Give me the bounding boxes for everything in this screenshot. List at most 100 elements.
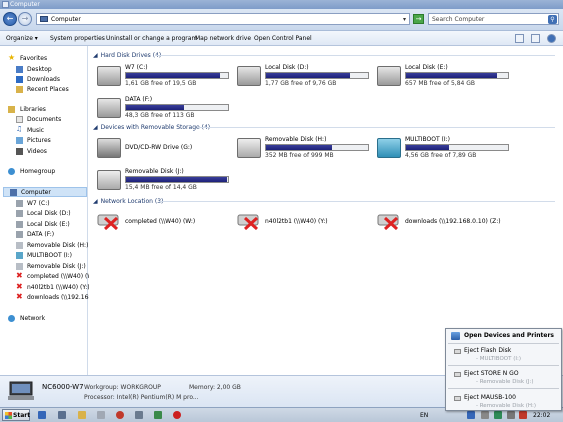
preview-pane-icon[interactable]	[531, 34, 540, 43]
nav-network-z[interactable]: ✖ downloads (\\192.168	[16, 293, 92, 303]
eject-mausb-100[interactable]: Eject MAUSB-100	[464, 394, 516, 401]
collapse-triangle-icon: ◢	[93, 198, 98, 205]
usage-bar	[125, 104, 229, 111]
nav-drive-f[interactable]: DATA (F:)	[16, 230, 54, 240]
nav-drive-i[interactable]: MULTIBOOT (I:)	[16, 251, 72, 261]
nav-desktop[interactable]: Desktop	[16, 65, 52, 75]
section-removable[interactable]: ◢ Devices with Removable Storage (4)	[93, 124, 210, 131]
map-drive-button[interactable]: Map network drive	[195, 31, 251, 46]
nav-network-w[interactable]: ✖ completed (\\W40) (W	[16, 272, 93, 282]
tray-icon[interactable]	[507, 411, 515, 419]
network-icon	[8, 315, 15, 322]
opera-icon[interactable]	[173, 411, 181, 419]
eject-sub-label: - Removable Disk (H:)	[476, 403, 537, 409]
start-button[interactable]: Start	[2, 409, 30, 421]
nav-recent[interactable]: Recent Places	[16, 85, 69, 95]
search-icon[interactable]: ⚲	[548, 15, 557, 24]
tray-icon[interactable]	[519, 411, 527, 419]
taskbar-app-icon[interactable]	[135, 411, 143, 419]
drive-name: downloads (\\192.168.0.10) (Z:)	[405, 218, 501, 225]
drive-tile[interactable]: Removable Disk (H:) 352 MB free of 999 M…	[237, 136, 387, 166]
tray-icon[interactable]	[494, 411, 502, 419]
nav-music[interactable]: ♫ Music	[16, 126, 44, 136]
taskbar-app-icon[interactable]	[38, 411, 46, 419]
drive-tile[interactable]: Local Disk (E:) 657 MB free of 5,84 GB	[377, 64, 527, 94]
nav-label: n40l2tb1 (\\W40) (Y:)	[27, 284, 90, 291]
taskbar-app-icon[interactable]	[58, 411, 66, 419]
chevron-down-icon[interactable]: ▾	[403, 14, 406, 25]
drive-icon	[16, 210, 23, 217]
usage-fill	[126, 177, 227, 182]
help-icon[interactable]	[547, 34, 556, 43]
uninstall-button[interactable]: Uninstall or change a program	[106, 31, 197, 46]
nav-homegroup[interactable]: Homegroup	[8, 167, 55, 177]
section-title: Hard Disk Drives (4)	[100, 52, 162, 59]
desktop-icon	[16, 66, 23, 73]
nav-label: MULTIBOOT (I:)	[27, 252, 73, 259]
drive-tile[interactable]: DATA (F:) 48,3 GB free of 113 GB	[97, 96, 247, 126]
drive-tile[interactable]: Removable Disk (J:) 15,4 MB free of 14,4…	[97, 168, 247, 198]
computer-icon	[8, 380, 34, 402]
drive-name: Local Disk (E:)	[405, 64, 448, 71]
drive-name: DATA (F:)	[125, 96, 153, 103]
nav-pictures[interactable]: Pictures	[16, 136, 51, 146]
nav-label: Music	[27, 127, 45, 134]
nav-drive-c[interactable]: W7 (C:)	[16, 199, 50, 209]
tray-icon[interactable]	[467, 411, 475, 419]
system-properties-button[interactable]: System properties	[50, 31, 105, 46]
eject-flash-disk[interactable]: Eject Flash Disk	[464, 347, 511, 354]
open-devices-printers[interactable]: Open Devices and Printers	[448, 331, 559, 341]
nav-network-y[interactable]: ✖ n40l2tb1 (\\W40) (Y:)	[16, 283, 90, 293]
folder-icon[interactable]	[78, 411, 86, 419]
section-hard-disks[interactable]: ◢ Hard Disk Drives (4)	[93, 52, 161, 59]
nav-label: Homegroup	[20, 168, 56, 175]
tray-icon[interactable]	[481, 411, 489, 419]
refresh-button[interactable]: →	[413, 14, 424, 24]
forward-button[interactable]: →	[18, 12, 32, 26]
usage-fill	[266, 145, 333, 150]
eject-store-n-go[interactable]: Eject STORE N GO	[464, 370, 519, 377]
nav-computer[interactable]: Computer	[3, 187, 87, 197]
drive-tile[interactable]: W7 (C:) 1,61 GB free of 19,5 GB	[97, 64, 247, 94]
nav-drive-e[interactable]: Local Disk (E:)	[16, 220, 70, 230]
nav-favorites[interactable]: ★ Favorites	[8, 54, 47, 64]
content-pane: ◢ Hard Disk Drives (4) W7 (C:) 1,61 GB fr…	[89, 46, 563, 375]
nav-documents[interactable]: Documents	[16, 115, 61, 125]
address-bar[interactable]: Computer ▾	[36, 13, 410, 25]
multiboot-icon	[377, 138, 401, 158]
network-drive-tile[interactable]: completed (\\W40) (W:)	[97, 212, 247, 234]
taskbar-app-icon[interactable]	[116, 411, 124, 419]
taskbar-app-icon[interactable]	[97, 411, 105, 419]
nav-downloads[interactable]: Downloads	[16, 75, 60, 85]
back-button[interactable]: ←	[3, 12, 17, 26]
memory: Memory: 2,00 GB	[189, 384, 241, 391]
nav-videos[interactable]: Videos	[16, 147, 47, 157]
processor: Processor: Intel(R) Pentium(R) M pro...	[84, 394, 199, 401]
nav-libraries[interactable]: Libraries	[8, 105, 46, 115]
organize-button[interactable]: Organize ▾	[6, 31, 38, 46]
multiboot-icon	[16, 252, 23, 259]
usb-drive-icon	[16, 242, 23, 249]
network-drive-tile[interactable]: downloads (\\192.168.0.10) (Z:)	[377, 212, 527, 234]
language-indicator[interactable]: EN	[420, 408, 428, 422]
collapse-triangle-icon: ◢	[93, 124, 98, 131]
section-network[interactable]: ◢ Network Location (3)	[93, 198, 163, 205]
network-drive-tile[interactable]: n40l2tb1 (\\W40) (Y:)	[237, 212, 387, 234]
disconnected-drive-icon: ✖	[16, 282, 23, 291]
taskbar-app-icon[interactable]	[154, 411, 162, 419]
nav-drive-j[interactable]: Removable Disk (J:)	[16, 262, 86, 272]
section-title: Devices with Removable Storage (4)	[100, 124, 211, 131]
drive-tile[interactable]: Local Disk (D:) 1,77 GB free of 9,76 GB	[237, 64, 387, 94]
organize-label: Organize	[6, 35, 33, 42]
nav-drive-h[interactable]: Removable Disk (H:)	[16, 241, 88, 251]
drive-tile[interactable]: DVD/CD-RW Drive (G:)	[97, 136, 247, 166]
view-options-icon[interactable]	[515, 34, 524, 43]
search-input[interactable]: Search Computer ⚲	[428, 13, 559, 25]
control-panel-button[interactable]: Open Control Panel	[254, 31, 312, 46]
title-bar: Computer	[0, 0, 563, 9]
drive-tile[interactable]: MULTIBOOT (I:) 4,56 GB free of 7,89 GB	[377, 136, 527, 166]
nav-drive-d[interactable]: Local Disk (D:)	[16, 209, 71, 219]
nav-label: Local Disk (D:)	[27, 210, 71, 217]
libraries-icon	[8, 106, 15, 113]
nav-network[interactable]: Network	[8, 314, 45, 324]
